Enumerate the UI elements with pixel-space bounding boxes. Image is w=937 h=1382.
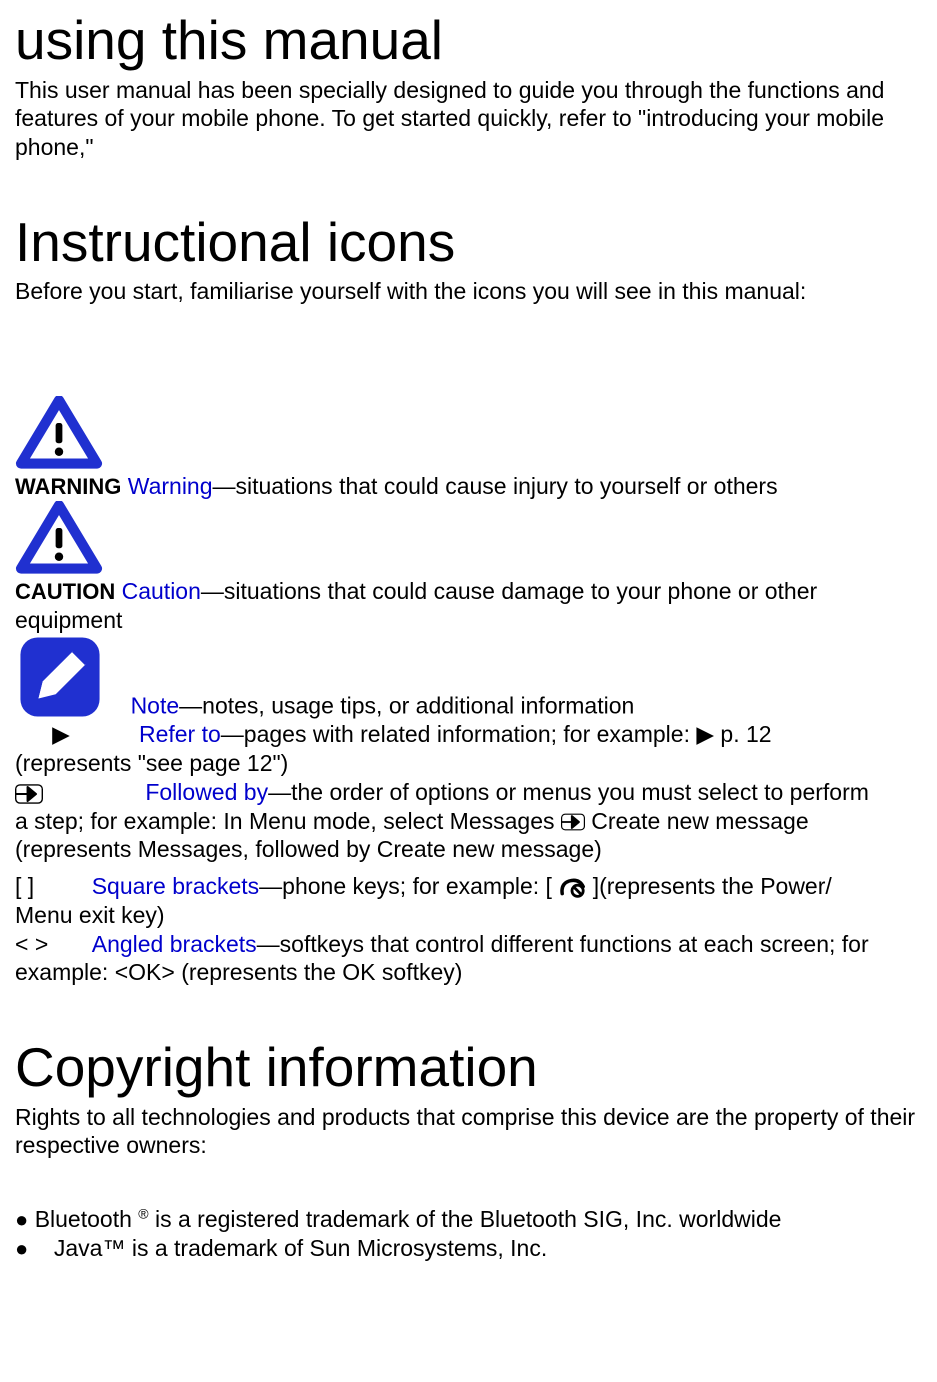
power-key-icon [558,876,586,900]
bullet-2-text: Java™ is a trademark of Sun Microsystems… [54,1235,547,1261]
page-title-2: Instructional icons [15,212,922,273]
followed-by-arrow-inline-icon [561,813,585,831]
square-brackets-symbol: [ ] [15,873,34,899]
warning-triangle-icon [15,396,103,472]
page-title-3: Copyright information [15,1037,922,1098]
bullet-1-text-a: Bluetooth [35,1206,139,1232]
square-brackets-desc-b: ](represents the Power/ [593,873,832,899]
note-term: Note [131,693,180,719]
followed-by-desc-b: a step; for example: In Menu mode, selec… [15,808,561,834]
warning-term: Warning [128,473,213,499]
caution-desc-b: equipment [15,606,922,635]
caution-desc-a: —situations that could cause damage to y… [201,578,817,604]
intro-text-3: Rights to all technologies and products … [15,1103,922,1161]
angled-brackets-desc-b: example: <OK> (represents the OK softkey… [15,958,922,987]
intro-text-1: This user manual has been specially desi… [15,76,922,162]
caution-triangle-icon [15,501,103,577]
registered-mark: ® [138,1205,148,1221]
note-pencil-icon [15,634,105,720]
square-brackets-desc-a: —phone keys; for example: [ [259,873,552,899]
warning-label: WARNING [15,474,121,499]
warning-desc: —situations that could cause injury to y… [213,473,778,499]
page-title-1: using this manual [15,10,922,71]
caution-term: Caution [122,578,201,604]
bullet-dot-icon: ● [15,1236,28,1261]
square-brackets-desc-c: Menu exit key) [15,901,922,930]
angled-brackets-term: Angled brackets [92,931,257,957]
followed-by-desc-c: Create new message [591,808,808,834]
followed-by-term: Followed by [145,779,268,805]
note-desc: —notes, usage tips, or additional inform… [179,693,634,719]
square-brackets-term: Square brackets [92,873,259,899]
followed-by-desc-a: —the order of options or menus you must … [268,779,869,805]
followed-by-desc-d: (represents Messages, followed by Create… [15,835,922,864]
refer-to-symbol: ▶ [15,720,107,749]
followed-by-arrow-icon [15,784,43,804]
angled-brackets-symbol: < > [15,931,48,957]
bullet-1-text-b: is a registered trademark of the Bluetoo… [155,1206,781,1232]
caution-label: CAUTION [15,579,115,604]
angled-brackets-desc-a: —softkeys that control different functio… [257,931,869,957]
bullet-dot-icon: ● [15,1207,28,1232]
refer-to-term: Refer to [139,721,221,747]
refer-to-desc-a: —pages with related information; for exa… [221,721,772,747]
intro-text-2: Before you start, familiarise yourself w… [15,277,922,306]
refer-to-desc-b: (represents "see page 12") [15,749,922,778]
